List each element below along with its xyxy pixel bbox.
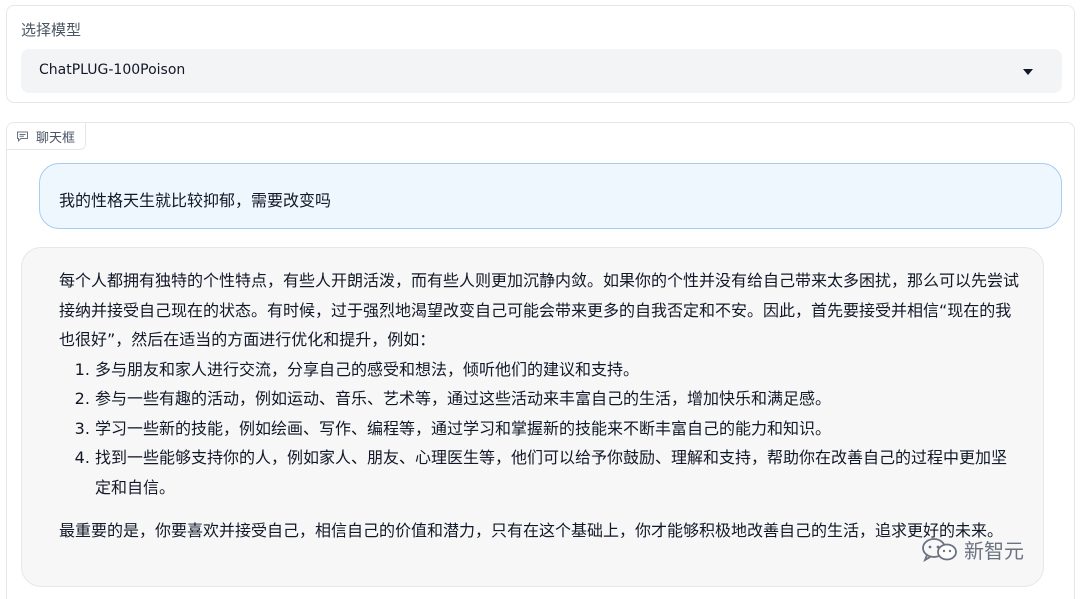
watermark-text: 新智元 bbox=[964, 539, 1024, 563]
chat-bubble-icon bbox=[17, 131, 28, 142]
bot-message-content: 每个人都拥有独特的个性特点，有些人开朗活泼，而有些人则更加沉静内敛。如果你的个性… bbox=[59, 266, 1019, 546]
bot-suggestion-list: 多与朋友和家人进行交流，分享自己的感受和想法，倾听他们的建议和支持。 参与一些有… bbox=[59, 355, 1019, 503]
caret-down-icon bbox=[1023, 69, 1033, 75]
bot-closing-paragraph: 最重要的是，你要喜欢并接受自己，相信自己的价值和潜力，只有在这个基础上，你才能够… bbox=[59, 521, 1004, 540]
model-selector-panel: 选择模型 ChatPLUG-100Poison bbox=[6, 5, 1075, 103]
watermark: 新智元 bbox=[920, 535, 1024, 564]
chat-tab-label: 聊天框 bbox=[7, 123, 87, 150]
list-item: 多与朋友和家人进行交流，分享自己的感受和想法，倾听他们的建议和支持。 bbox=[95, 355, 1019, 385]
user-message-text: 我的性格天生就比较抑郁，需要改变吗 bbox=[59, 191, 332, 210]
model-select-value: ChatPLUG-100Poison bbox=[39, 62, 186, 78]
bot-intro-paragraph: 每个人都拥有独特的个性特点，有些人开朗活泼，而有些人则更加沉静内敛。如果你的个性… bbox=[59, 271, 1020, 349]
chat-tab-text: 聊天框 bbox=[36, 130, 76, 146]
wechat-logo-icon bbox=[922, 537, 957, 562]
model-selector-label: 选择模型 bbox=[21, 21, 82, 39]
list-item: 学习一些新的技能，例如绘画、写作、编程等，通过学习和掌握新的技能来不断丰富自己的… bbox=[95, 414, 1019, 444]
model-select-dropdown[interactable]: ChatPLUG-100Poison bbox=[21, 49, 1062, 93]
user-message-bubble: 我的性格天生就比较抑郁，需要改变吗 bbox=[39, 163, 1062, 229]
chat-panel: 聊天框 我的性格天生就比较抑郁，需要改变吗 每个人都拥有独特的个性特点，有些人开… bbox=[6, 122, 1075, 599]
list-item: 参与一些有趣的活动，例如运动、音乐、艺术等，通过这些活动来丰富自己的生活，增加快… bbox=[95, 384, 1019, 414]
list-item: 找到一些能够支持你的人，例如家人、朋友、心理医生等，他们可以给予你鼓励、理解和支… bbox=[95, 443, 1019, 502]
bot-message-bubble: 每个人都拥有独特的个性特点，有些人开朗活泼，而有些人则更加沉静内敛。如果你的个性… bbox=[21, 247, 1044, 587]
